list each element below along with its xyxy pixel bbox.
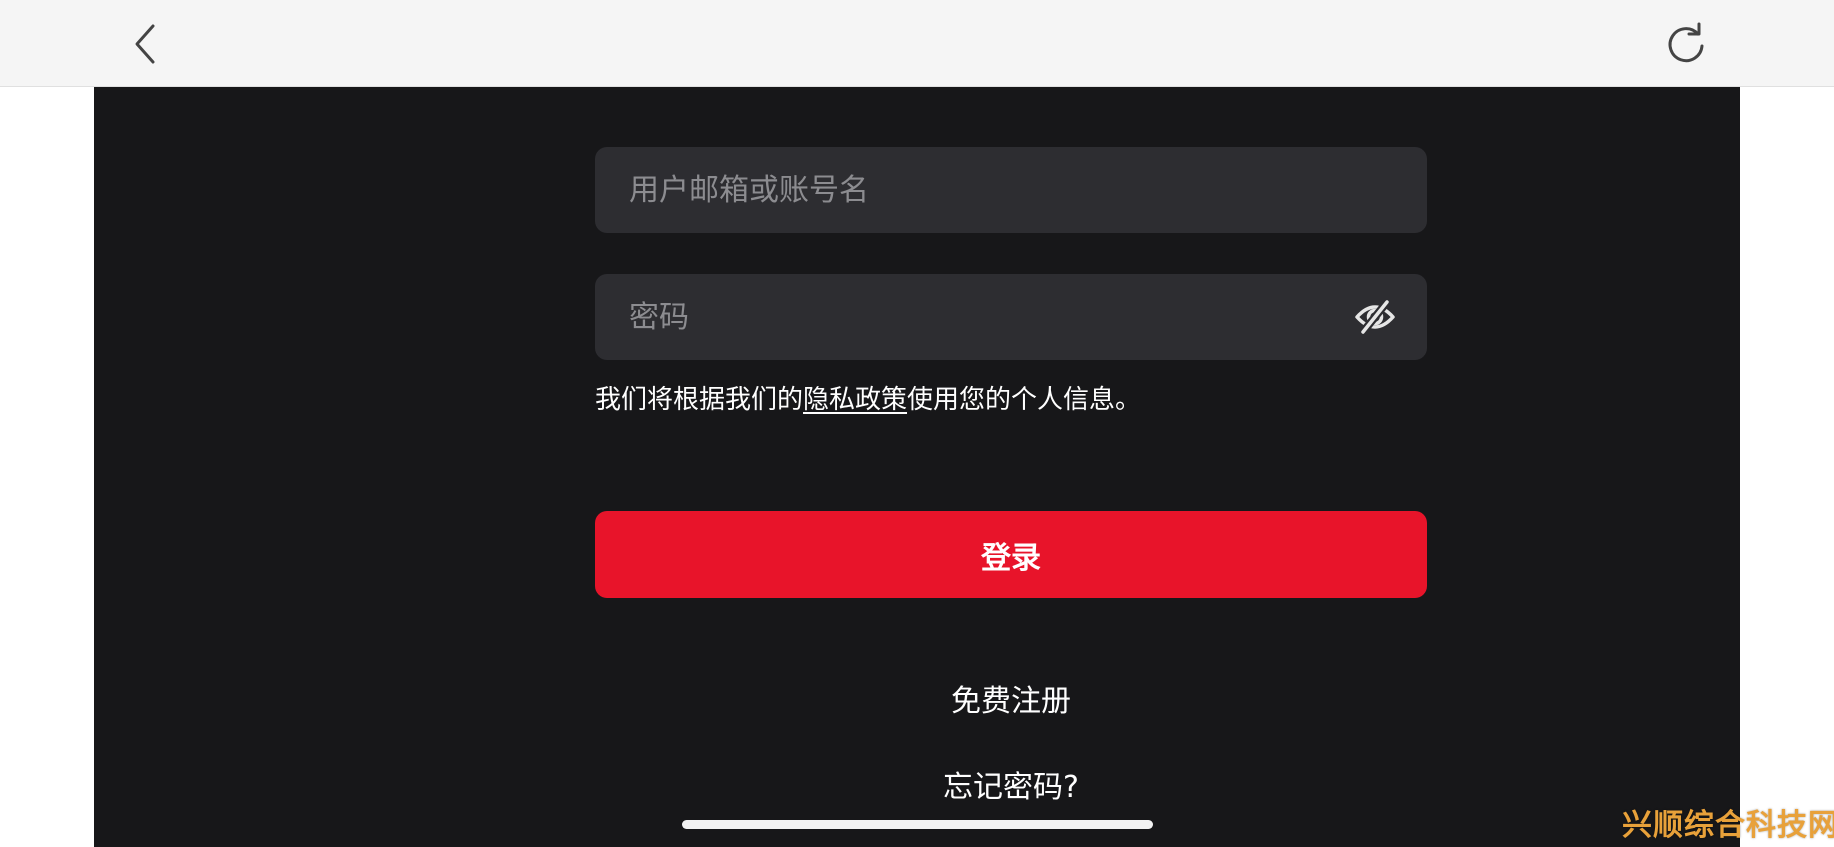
reload-button[interactable] [1660, 18, 1712, 70]
toggle-password-visibility-button[interactable] [1353, 296, 1397, 338]
privacy-notice: 我们将根据我们的隐私政策使用您的个人信息。 [595, 383, 1427, 417]
password-input[interactable] [629, 274, 1329, 360]
eye-off-icon [1355, 299, 1395, 335]
username-input[interactable] [629, 147, 1329, 233]
refresh-icon [1668, 22, 1704, 63]
browser-toolbar [0, 0, 1834, 87]
privacy-policy-link[interactable]: 隐私政策 [803, 385, 907, 415]
signup-link[interactable]: 免费注册 [595, 682, 1427, 722]
privacy-prefix: 我们将根据我们的 [595, 385, 804, 415]
password-field [595, 274, 1427, 360]
privacy-suffix: 使用您的个人信息。 [907, 385, 1142, 415]
login-panel: 我们将根据我们的隐私政策使用您的个人信息。 登录 免费注册 忘记密码? [94, 87, 1740, 847]
back-button[interactable] [120, 18, 172, 70]
app-screen: 我们将根据我们的隐私政策使用您的个人信息。 登录 免费注册 忘记密码? 兴顺综合… [0, 0, 1834, 847]
login-button[interactable]: 登录 [595, 511, 1427, 598]
chevron-left-icon [135, 24, 155, 64]
username-field [595, 147, 1427, 233]
home-indicator [682, 820, 1153, 829]
forgot-password-link[interactable]: 忘记密码? [595, 768, 1427, 808]
watermark: 兴顺综合科技网 [1622, 808, 1834, 843]
